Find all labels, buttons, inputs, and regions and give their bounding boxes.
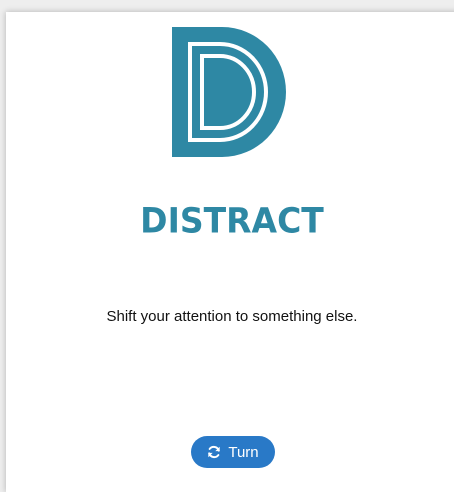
d-logo-icon xyxy=(172,27,286,157)
distract-card: DISTRACT Shift your attention to somethi… xyxy=(6,12,454,492)
turn-button-label: Turn xyxy=(228,443,259,461)
card-message: Shift your attention to something else. xyxy=(106,308,358,325)
card-title: DISTRACT xyxy=(140,200,324,241)
turn-button[interactable]: Turn xyxy=(191,436,275,468)
refresh-icon xyxy=(208,445,221,459)
